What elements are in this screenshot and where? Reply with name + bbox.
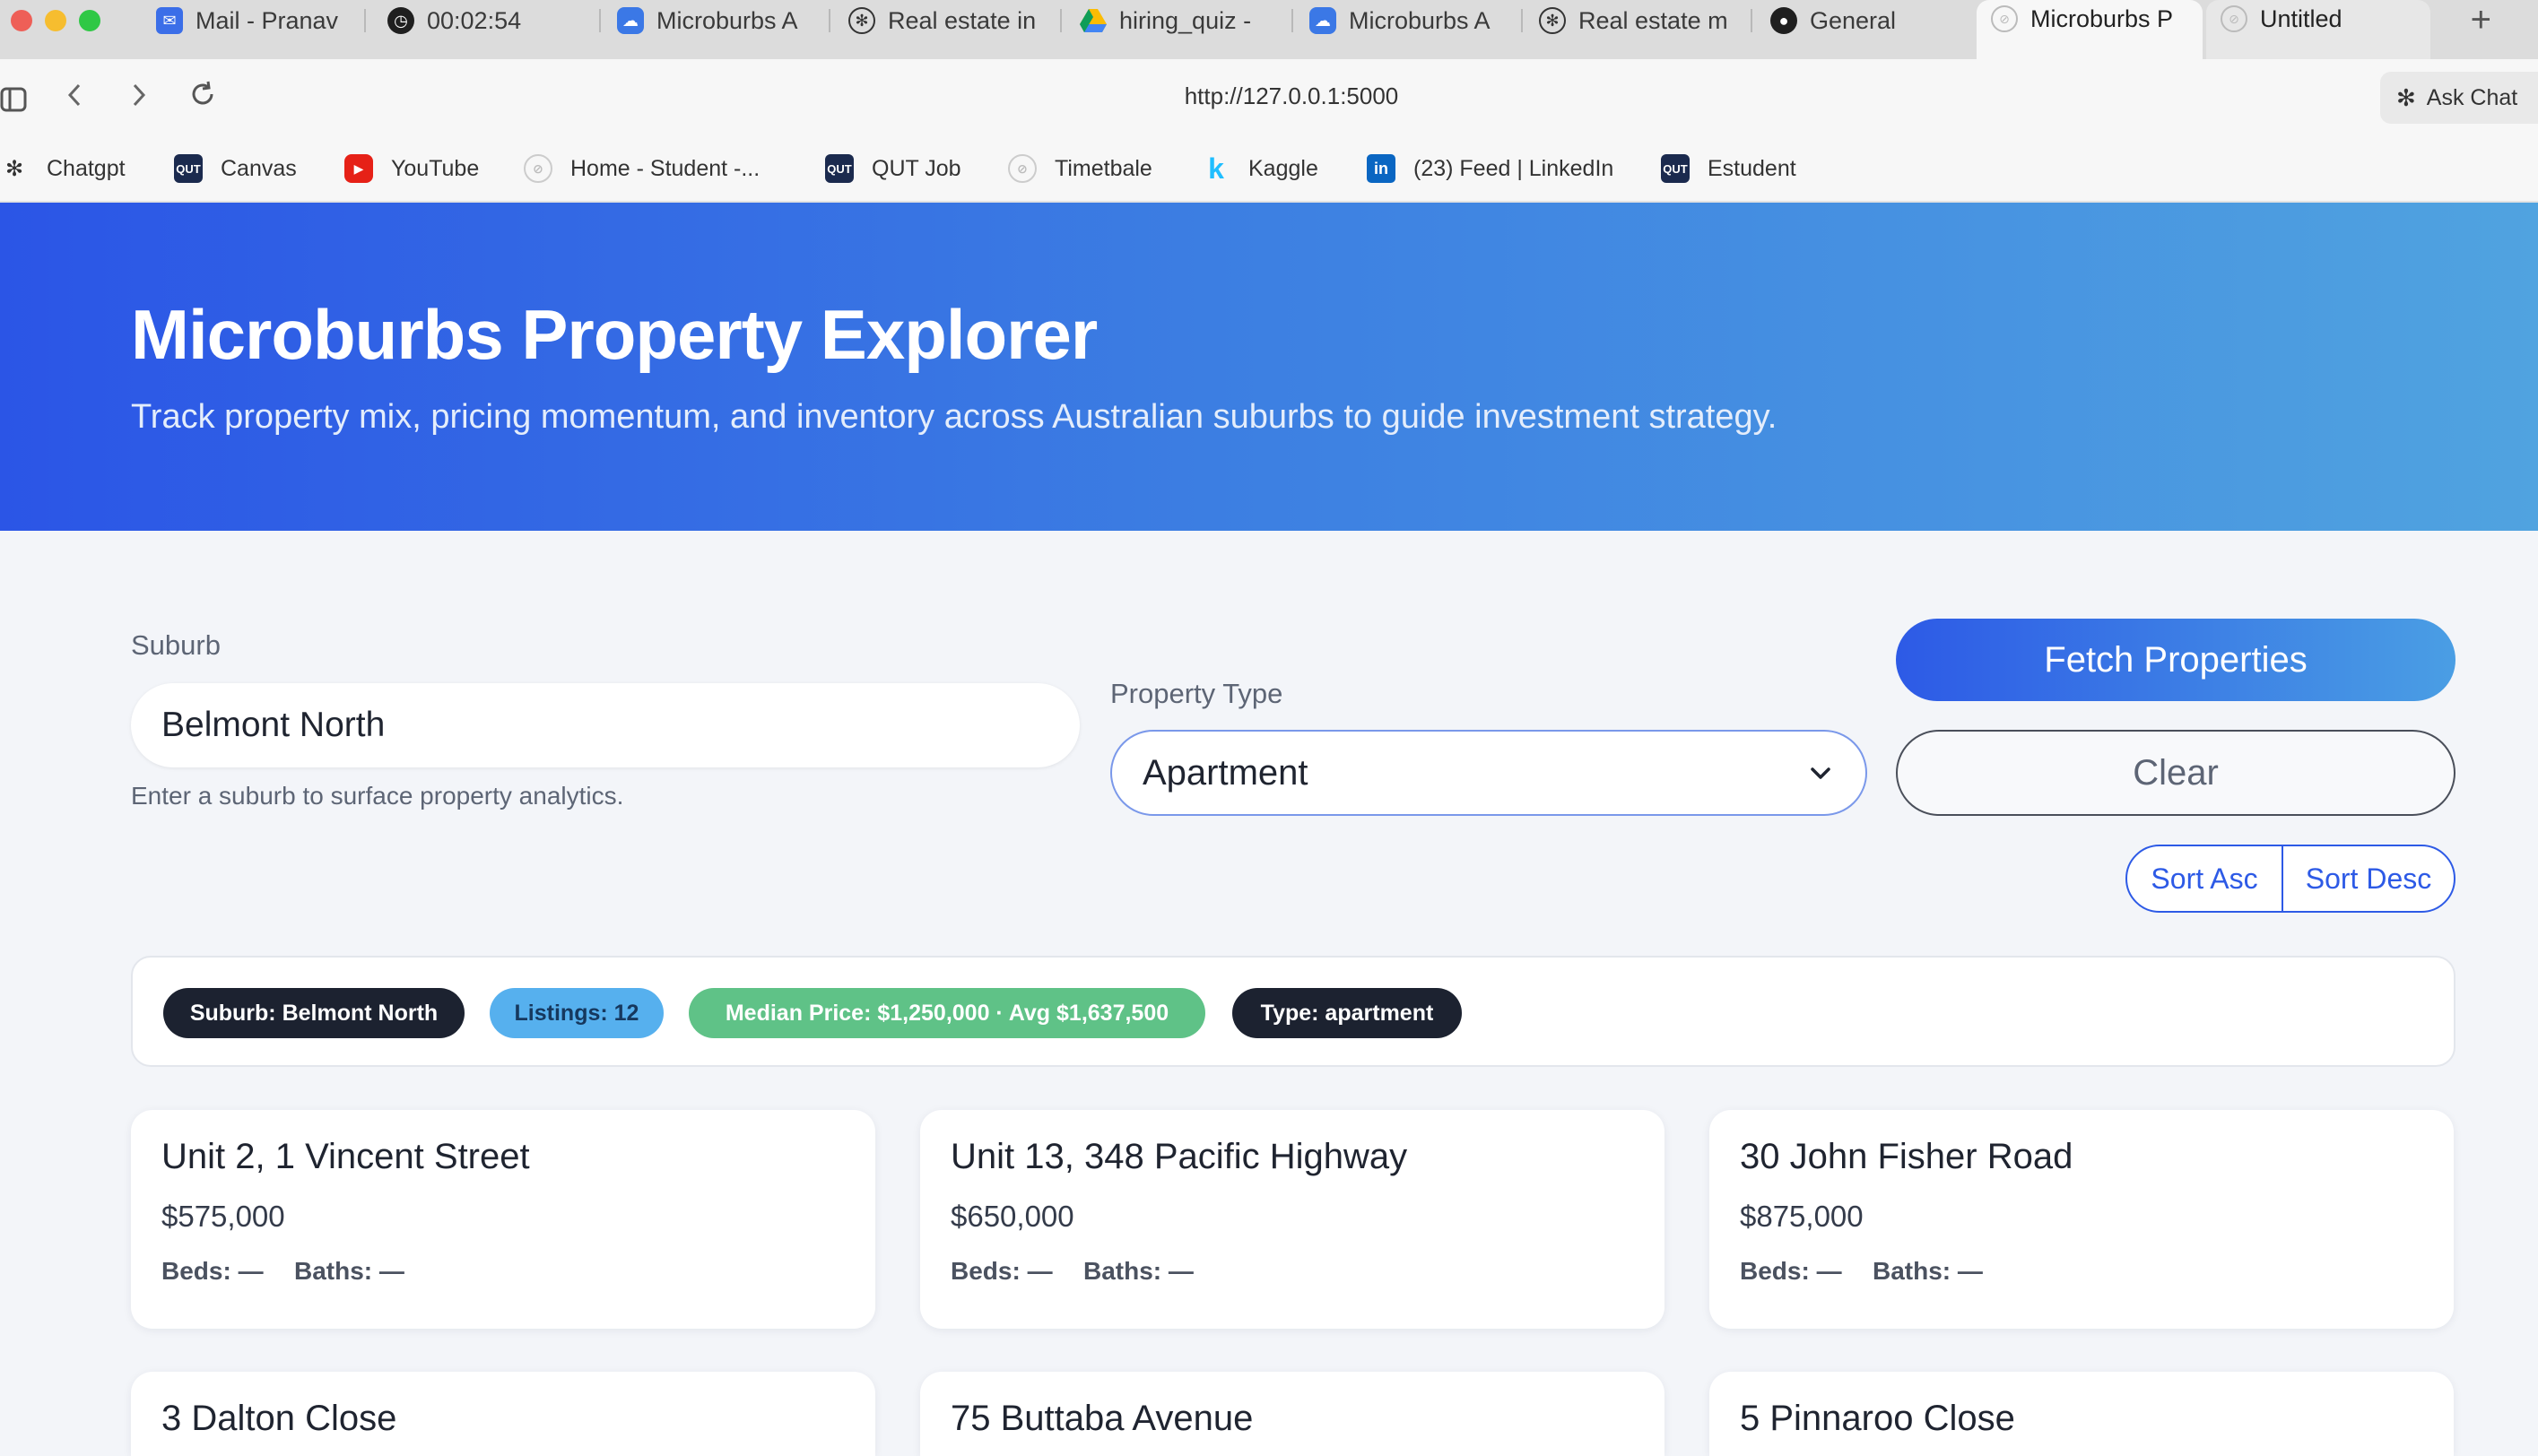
bookmark-kaggle[interactable]: k Kaggle bbox=[1202, 152, 1318, 185]
property-baths: Baths: — bbox=[1873, 1257, 1983, 1285]
property-address: 75 Buttaba Avenue bbox=[951, 1399, 1254, 1438]
qut-icon: QUT bbox=[174, 154, 203, 183]
type-chip: Type: apartment bbox=[1232, 988, 1462, 1038]
property-type-value: Apartment bbox=[1143, 752, 1308, 793]
minimize-window-button[interactable] bbox=[45, 10, 66, 31]
property-beds: Beds: — bbox=[951, 1257, 1053, 1285]
ask-chat-button[interactable]: ✻ Ask Chat bbox=[2380, 72, 2538, 124]
property-address: 3 Dalton Close bbox=[161, 1399, 397, 1438]
compass-icon: ⊘ bbox=[1008, 154, 1037, 183]
suburb-chip: Suburb: Belmont North bbox=[163, 988, 465, 1038]
kaggle-icon: k bbox=[1208, 152, 1224, 185]
chatgpt-icon: ✻ bbox=[848, 7, 875, 34]
new-tab-plus-icon[interactable]: + bbox=[2471, 0, 2491, 40]
property-card[interactable]: 30 John Fisher Road $875,000 Beds: — Bat… bbox=[1709, 1110, 2454, 1329]
tab-mail[interactable]: ✉ Mail - Pranav bbox=[142, 0, 366, 41]
tab-untitled[interactable]: ⊘ Untitled bbox=[2206, 0, 2430, 59]
sort-button-group: Sort Asc Sort Desc bbox=[2125, 845, 2455, 913]
tab-microburbs-2[interactable]: ☁ Microburbs A bbox=[1295, 0, 1523, 41]
chatgpt-icon: ✻ bbox=[1539, 7, 1566, 34]
bookmark-canvas[interactable]: QUT Canvas bbox=[174, 154, 297, 183]
property-card[interactable]: Unit 13, 348 Pacific Highway $650,000 Be… bbox=[920, 1110, 1664, 1329]
property-address: Unit 13, 348 Pacific Highway bbox=[951, 1137, 1408, 1176]
summary-panel: Suburb: Belmont North Listings: 12 Media… bbox=[131, 956, 2455, 1067]
browser-tab-bar: ✉ Mail - Pranav ◷ 00:02:54 ☁ Microburbs … bbox=[0, 0, 2538, 59]
tab-timer[interactable]: ◷ 00:02:54 bbox=[373, 0, 601, 41]
bookmark-linkedin[interactable]: in (23) Feed | LinkedIn bbox=[1367, 154, 1613, 183]
sort-desc-button[interactable]: Sort Desc bbox=[2283, 846, 2454, 911]
page-title: Microburbs Property Explorer bbox=[131, 295, 1098, 374]
bookmark-chatgpt[interactable]: ✻ Chatgpt bbox=[0, 154, 126, 183]
suburb-input[interactable]: Belmont North bbox=[131, 683, 1080, 767]
property-type-label: Property Type bbox=[1110, 678, 1283, 709]
bookmark-timetable[interactable]: ⊘ Timetbale bbox=[1008, 154, 1152, 183]
microburbs-icon: ☁ bbox=[617, 7, 644, 34]
bookmark-youtube[interactable]: ▶ YouTube bbox=[344, 154, 479, 183]
sort-asc-button[interactable]: Sort Asc bbox=[2127, 846, 2283, 911]
chatgpt-icon: ✻ bbox=[4, 156, 24, 181]
compass-icon: ⊘ bbox=[1991, 5, 2018, 32]
github-icon: ● bbox=[1770, 7, 1797, 34]
tab-github-general[interactable]: ● General bbox=[1756, 0, 1971, 41]
property-address: 5 Pinnaroo Close bbox=[1740, 1399, 2015, 1438]
browser-toolbar: http://127.0.0.1:5000 ✻ Ask Chat bbox=[0, 59, 2538, 136]
property-address: Unit 2, 1 Vincent Street bbox=[161, 1137, 530, 1176]
property-price: $875,000 bbox=[1740, 1200, 1864, 1233]
property-card[interactable]: Unit 2, 1 Vincent Street $575,000 Beds: … bbox=[131, 1110, 875, 1329]
property-beds: Beds: — bbox=[161, 1257, 264, 1285]
property-baths: Baths: — bbox=[294, 1257, 404, 1285]
compass-icon: ⊘ bbox=[2221, 5, 2247, 32]
bookmark-qut-job[interactable]: QUT QUT Job bbox=[825, 154, 961, 183]
qut-icon: QUT bbox=[825, 154, 854, 183]
linkedin-icon: in bbox=[1367, 154, 1395, 183]
hero-banner: Microburbs Property Explorer Track prope… bbox=[0, 203, 2538, 531]
bookmark-home-student[interactable]: ⊘ Home - Student -... bbox=[524, 154, 760, 183]
microburbs-icon: ☁ bbox=[1309, 7, 1336, 34]
listings-chip: Listings: 12 bbox=[490, 988, 664, 1038]
tab-real-estate-1[interactable]: ✻ Real estate in bbox=[834, 0, 1062, 41]
property-price: $575,000 bbox=[161, 1200, 285, 1233]
bookmark-estudent[interactable]: QUT Estudent bbox=[1661, 154, 1796, 183]
tab-microburbs-1[interactable]: ☁ Microburbs A bbox=[603, 0, 830, 41]
timer-icon: ◷ bbox=[387, 7, 414, 34]
youtube-icon: ▶ bbox=[344, 154, 373, 183]
property-card[interactable]: 3 Dalton Close bbox=[131, 1372, 875, 1456]
suburb-label: Suburb bbox=[131, 629, 221, 661]
clear-button[interactable]: Clear bbox=[1896, 730, 2455, 816]
address-bar[interactable]: http://127.0.0.1:5000 bbox=[0, 82, 2538, 110]
chatgpt-icon: ✻ bbox=[2396, 83, 2416, 111]
property-address: 30 John Fisher Road bbox=[1740, 1137, 2073, 1176]
property-price: $650,000 bbox=[951, 1200, 1074, 1233]
property-card[interactable]: 75 Buttaba Avenue bbox=[920, 1372, 1664, 1456]
median-price-chip: Median Price: $1,250,000 · Avg $1,637,50… bbox=[689, 988, 1205, 1038]
maximize-window-button[interactable] bbox=[79, 10, 100, 31]
compass-icon: ⊘ bbox=[524, 154, 552, 183]
tab-microburbs-active[interactable]: ⊘ Microburbs P bbox=[1977, 0, 2203, 59]
tab-real-estate-2[interactable]: ✻ Real estate m bbox=[1525, 0, 1752, 41]
close-window-button[interactable] bbox=[11, 10, 32, 31]
property-baths: Baths: — bbox=[1083, 1257, 1194, 1285]
chevron-down-icon bbox=[1808, 757, 1833, 802]
google-drive-icon bbox=[1080, 7, 1107, 34]
tab-hiring-quiz[interactable]: hiring_quiz - bbox=[1065, 0, 1293, 41]
property-type-select[interactable]: Apartment bbox=[1110, 730, 1867, 816]
property-card[interactable]: 5 Pinnaroo Close bbox=[1709, 1372, 2454, 1456]
suburb-hint: Enter a suburb to surface property analy… bbox=[131, 782, 624, 810]
property-beds: Beds: — bbox=[1740, 1257, 1842, 1285]
bookmarks-bar: ✻ Chatgpt QUT Canvas ▶ YouTube ⊘ Home - … bbox=[0, 136, 2538, 203]
fetch-properties-button[interactable]: Fetch Properties bbox=[1896, 619, 2455, 701]
mail-icon: ✉ bbox=[156, 7, 183, 34]
qut-icon: QUT bbox=[1661, 154, 1690, 183]
page-subtitle: Track property mix, pricing momentum, an… bbox=[131, 398, 1777, 436]
suburb-input-value: Belmont North bbox=[161, 706, 386, 744]
